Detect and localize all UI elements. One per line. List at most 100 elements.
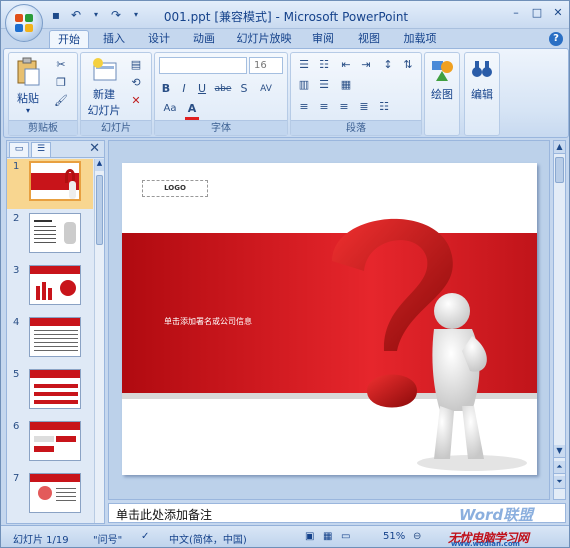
next-slide-icon[interactable]: ⏷ xyxy=(554,476,565,489)
powerpoint-window: ▪ ↶ ▾ ↷ ▾ 001.ppt [兼容模式] - Microsoft Pow… xyxy=(0,0,570,548)
justify-icon[interactable]: ≣ xyxy=(355,99,373,115)
decrease-indent-icon[interactable]: ⇤ xyxy=(337,57,355,73)
paragraph-group-label: 段落 xyxy=(291,120,421,135)
drawing-button[interactable]: 绘图 xyxy=(427,57,457,102)
layout-icon[interactable]: ▤ xyxy=(127,57,145,73)
align-left-icon[interactable]: ≡ xyxy=(295,99,313,115)
thumbnail-number: 6 xyxy=(13,421,20,432)
scroll-thumb[interactable] xyxy=(555,157,564,183)
align-right-icon[interactable]: ≡ xyxy=(335,99,353,115)
scroll-down-icon[interactable]: ▼ xyxy=(554,445,565,458)
help-icon[interactable]: ? xyxy=(549,32,563,46)
italic-button[interactable]: I xyxy=(177,81,191,97)
minimize-icon[interactable]: – xyxy=(507,5,525,21)
numbering-icon[interactable]: ☷ xyxy=(315,57,333,73)
slide-thumbnail[interactable] xyxy=(29,421,81,461)
delete-slide-icon[interactable]: ✕ xyxy=(127,93,145,109)
thumbnail-row[interactable]: 7 xyxy=(7,471,93,521)
shadow-button[interactable]: S xyxy=(237,81,251,97)
bullets-icon[interactable]: ☰ xyxy=(295,57,313,73)
change-case-button[interactable]: Aa xyxy=(159,101,181,117)
pane-tabs: ▭ ☰ ✕ xyxy=(7,141,104,158)
spellcheck-icon[interactable]: ✓ xyxy=(141,531,149,542)
thumbnail-row[interactable]: 6 xyxy=(7,419,93,469)
tab-insert[interactable]: 插入 xyxy=(96,30,132,49)
office-button[interactable] xyxy=(5,4,43,42)
redo-icon[interactable]: ↷ xyxy=(109,8,123,22)
align-text-icon[interactable]: ☰ xyxy=(315,77,333,93)
slide-thumbnail[interactable] xyxy=(29,265,81,305)
reset-icon[interactable]: ⟲ xyxy=(127,75,145,91)
bold-button[interactable]: B xyxy=(159,81,173,97)
distributed-icon[interactable]: ☷ xyxy=(375,99,393,115)
tab-animations[interactable]: 动画 xyxy=(186,30,222,49)
align-center-icon[interactable]: ≡ xyxy=(315,99,333,115)
thumbnail-row[interactable]: 5 xyxy=(7,367,93,417)
columns-icon[interactable]: ▥ xyxy=(295,77,313,93)
thumbnail-row[interactable]: 4 xyxy=(7,315,93,365)
language-status[interactable]: 中文(简体，中国) xyxy=(169,531,247,546)
tab-slideshow[interactable]: 幻灯片放映 xyxy=(231,30,297,49)
slide-thumbnail[interactable] xyxy=(29,369,81,409)
editing-button[interactable]: 编辑 xyxy=(467,57,497,102)
slides-tab[interactable]: ▭ xyxy=(9,142,29,157)
customize-qat-icon[interactable]: ▾ xyxy=(129,8,143,22)
increase-indent-icon[interactable]: ⇥ xyxy=(357,57,375,73)
slide-thumbnail[interactable] xyxy=(29,473,81,513)
thumbnail-row[interactable]: 1 xyxy=(7,159,93,209)
font-name-select[interactable] xyxy=(159,57,247,74)
tab-view[interactable]: 视图 xyxy=(351,30,387,49)
line-spacing-icon[interactable]: ↕ xyxy=(379,57,397,73)
slide-thumbnail[interactable] xyxy=(29,317,81,357)
thumbnail-row[interactable]: 2 xyxy=(7,211,93,261)
thumbnail-number: 4 xyxy=(13,317,20,328)
ribbon-tabs: 开始 插入 设计 动画 幻灯片放映 审阅 视图 加载项 ? xyxy=(1,29,569,49)
zoom-level[interactable]: 51% xyxy=(383,531,405,542)
thumbnail-scrollbar[interactable]: ▲ xyxy=(94,159,104,523)
slideshow-view-icon[interactable]: ▭ xyxy=(341,531,350,542)
scroll-up-icon[interactable]: ▲ xyxy=(554,141,565,154)
cut-icon[interactable]: ✂ xyxy=(53,57,69,73)
thumbnail-row[interactable]: 3 xyxy=(7,263,93,313)
logo-placeholder[interactable]: LOGO xyxy=(142,180,208,197)
notes-placeholder[interactable]: 单击此处添加备注 xyxy=(116,506,212,523)
tab-home[interactable]: 开始 xyxy=(49,30,89,49)
zoom-out-icon[interactable]: ⊖ xyxy=(413,531,421,542)
close-icon[interactable]: ✕ xyxy=(549,5,567,21)
sorter-view-icon[interactable]: ▦ xyxy=(323,531,332,542)
previous-slide-icon[interactable]: ⏶ xyxy=(554,461,565,474)
notes-pane[interactable]: 单击此处添加备注 Word联盟 xyxy=(108,503,566,524)
slides-group-label: 幻灯片 xyxy=(81,120,151,135)
outline-tab[interactable]: ☰ xyxy=(31,142,51,157)
copy-icon[interactable]: ❐ xyxy=(53,75,69,91)
new-slide-button[interactable]: 新建 幻灯片 xyxy=(85,57,123,118)
watermark-text: Word联盟 xyxy=(459,506,534,524)
normal-view-icon[interactable]: ▣ xyxy=(305,531,314,542)
thumbnail-number: 1 xyxy=(13,161,20,172)
tab-review[interactable]: 审阅 xyxy=(305,30,341,49)
strikethrough-button[interactable]: abe xyxy=(213,81,233,97)
undo-icon[interactable]: ↶ xyxy=(69,8,83,22)
slide-thumbnail[interactable] xyxy=(29,213,81,253)
underline-button[interactable]: U xyxy=(195,81,209,97)
font-size-select[interactable]: 16 xyxy=(249,57,283,74)
tab-addins[interactable]: 加载项 xyxy=(396,30,444,49)
status-bar: 幻灯片 1/19 "问号" ✓ 中文(简体，中国) ▣ ▦ ▭ 51% ⊖ 无忧… xyxy=(1,525,569,547)
subtitle-placeholder[interactable]: 单击添加署名或公司信息 xyxy=(164,316,252,327)
smartart-icon[interactable]: ▦ xyxy=(337,77,355,93)
text-direction-icon[interactable]: ⇅ xyxy=(399,57,417,73)
paste-button[interactable]: 粘贴 ▾ xyxy=(13,57,43,115)
slide-editor: LOGO 单击添加署名或公司信息 xyxy=(108,140,550,500)
close-pane-icon[interactable]: ✕ xyxy=(89,141,100,156)
save-icon[interactable]: ▪ xyxy=(49,8,63,22)
font-color-button[interactable]: A xyxy=(185,101,199,120)
char-spacing-button[interactable]: AV xyxy=(255,81,277,97)
format-painter-icon[interactable]: 🖌 xyxy=(53,93,69,109)
undo-dropdown-icon[interactable]: ▾ xyxy=(89,8,103,22)
maximize-icon[interactable]: □ xyxy=(528,5,546,21)
slide-scrollbar[interactable]: ▲ ▼ ⏶ ⏷ xyxy=(553,140,566,500)
thumbnail-number: 5 xyxy=(13,369,20,380)
tab-design[interactable]: 设计 xyxy=(141,30,177,49)
slide-thumbnail[interactable] xyxy=(29,161,81,201)
group-drawing: 绘图 xyxy=(424,52,460,136)
